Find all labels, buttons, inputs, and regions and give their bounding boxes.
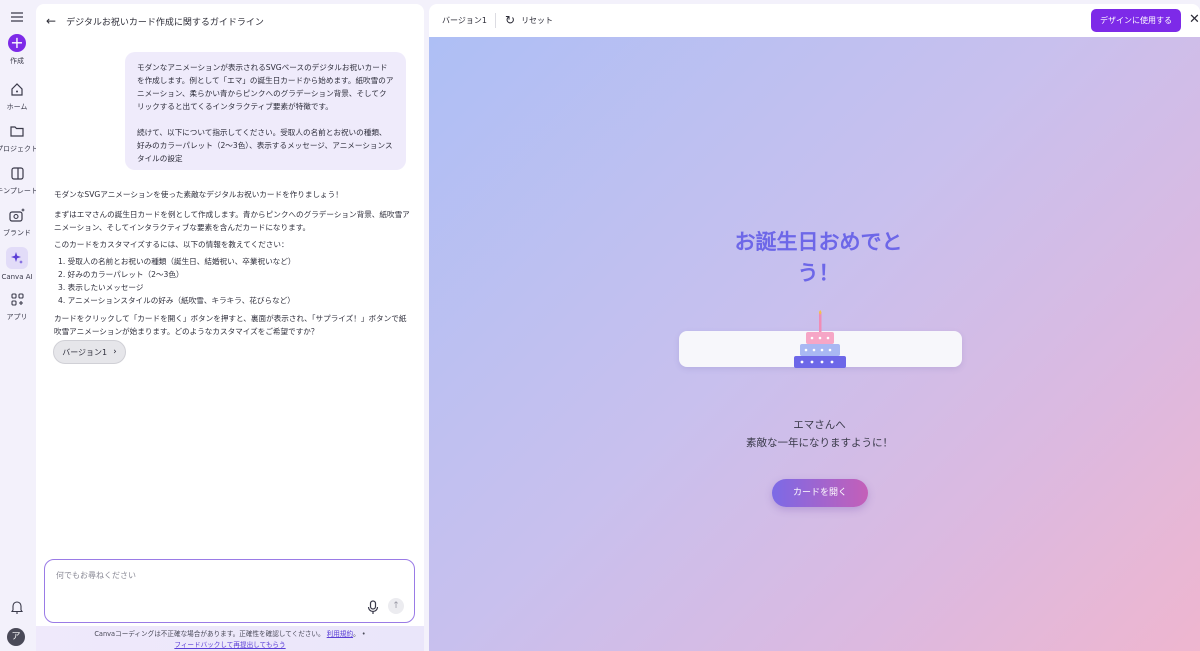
version-chip[interactable]: バージョン1 › — [53, 340, 126, 364]
divider — [495, 13, 496, 28]
rail-item-apps[interactable]: アプリ — [0, 290, 34, 322]
footer-disclaimer: Canvaコーディングは不正確な場合があります。正確性を確認してください。 — [94, 630, 325, 638]
open-card-button[interactable]: カードを開く — [772, 479, 868, 507]
rail-item-brand[interactable]: ブランド — [0, 206, 34, 238]
list-item: 3. 表示したいメッセージ — [58, 283, 144, 292]
preview-version-label[interactable]: バージョン1 — [442, 15, 487, 26]
send-button[interactable]: ↑ — [388, 598, 404, 614]
bell-icon — [8, 598, 26, 616]
rail-item-projects[interactable]: プロジェクト — [0, 122, 38, 154]
assistant-paragraph: まずはエマさんの誕生日カードを例として作成します。青からピンクへのグラデーション… — [54, 210, 410, 232]
arrow-up-icon: ↑ — [392, 601, 400, 611]
chat-panel: ← デジタルお祝いカード作成に関するガイドライン モダンなアニメーションが表示さ… — [36, 4, 424, 651]
rail-item-label: テンプレート — [0, 187, 38, 195]
preview-toolbar: バージョン1 ↻ リセット デザインに使用する ✕ — [429, 4, 1200, 37]
hamburger-icon — [8, 8, 26, 26]
use-in-design-button[interactable]: デザインに使用する — [1091, 9, 1181, 32]
assistant-intro: モダンなSVGアニメーションを使った素敵なデジタルお祝いカードを作りましょう！ — [54, 190, 343, 199]
version-chip-label: バージョン1 — [62, 347, 108, 357]
chat-input-box: ↑ — [44, 559, 415, 623]
notifications-button[interactable] — [0, 598, 34, 616]
rail-item-label: ホーム — [6, 103, 28, 111]
chat-header: ← デジタルお祝いカード作成に関するガイドライン — [46, 14, 264, 28]
chevron-right-icon: › — [113, 347, 117, 357]
rail-item-home[interactable]: ホーム — [0, 80, 34, 112]
terms-link[interactable]: 利用規約 — [327, 630, 353, 638]
rail-item-label: ブランド — [3, 229, 31, 237]
brand-icon — [8, 206, 26, 224]
reset-label: リセット — [521, 15, 554, 25]
feedback-link[interactable]: フィードバックして再提出してもらう — [174, 641, 285, 649]
rail-item-canva-ai[interactable]: Canva AI — [0, 247, 34, 281]
chat-footer: Canvaコーディングは不正確な場合があります。正確性を確認してください。 利用… — [36, 626, 424, 651]
user-message-paragraph: 続けて、以下について指示してください。受取人の名前とお祝いの種類、好みのカラーパ… — [137, 128, 393, 163]
list-item: 1. 受取人の名前とお祝いの種類（誕生日、結婚祝い、卒業祝いなど） — [58, 257, 296, 266]
card-preview: お誕生日おめでと う！ エマさんへ 素敵な一年になりますように！ カードを開く — [429, 37, 1200, 651]
chat-title: デジタルお祝いカード作成に関するガイドライン — [66, 17, 264, 28]
create-button[interactable]: + 作成 — [0, 34, 34, 66]
home-icon — [8, 80, 26, 98]
assistant-list: 1. 受取人の名前とお祝いの種類（誕生日、結婚祝い、卒業祝いなど） 2. 好みの… — [54, 255, 410, 307]
card-message: 素敵な一年になりますように！ — [746, 437, 893, 449]
rail-item-label: プロジェクト — [0, 145, 38, 153]
card-title-line: う！ — [797, 261, 840, 285]
list-item: 4. アニメーションスタイルの好み（紙吹雪、キラキラ、花びらなど） — [58, 296, 295, 305]
avatar[interactable]: ア — [7, 628, 25, 646]
refresh-icon: ↻ — [505, 13, 516, 27]
card-recipient: エマさんへ — [793, 419, 846, 431]
footer-line: Canvaコーディングは不正確な場合があります。正確性を確認してください。 利用… — [36, 629, 424, 640]
chat-input[interactable] — [56, 571, 356, 580]
footer-separator: 。 • — [353, 630, 366, 638]
cake-icon — [794, 310, 846, 368]
rail-item-templates[interactable]: テンプレート — [0, 164, 38, 196]
close-icon[interactable]: ✕ — [1189, 12, 1200, 27]
back-arrow-icon[interactable]: ← — [46, 14, 56, 28]
menu-button[interactable] — [0, 8, 34, 26]
card-title: お誕生日おめでと う！ — [711, 227, 926, 289]
user-message-paragraph: モダンなアニメーションが表示されるSVGベースのデジタルお祝いカードを作成します… — [137, 63, 394, 111]
template-icon — [8, 164, 26, 182]
assistant-paragraph: カードをクリックして「カードを開く」ボタンを押すと、裏面が表示され、「サプライズ… — [54, 314, 407, 336]
reset-button[interactable]: ↻ リセット — [505, 13, 553, 27]
plus-icon: + — [8, 34, 26, 52]
footer-line: フィードバックして再提出してもらう — [36, 640, 424, 651]
apps-icon — [8, 290, 26, 308]
left-rail: + 作成 ホーム プロジェクト テンプレート ブランド Canva AI アプリ… — [0, 0, 38, 651]
card-title-line: お誕生日おめでと — [734, 230, 903, 254]
assistant-paragraph: このカードをカスタマイズするには、以下の情報を教えてください： — [54, 240, 289, 249]
list-item: 2. 好みのカラーパレット（2〜3色） — [58, 270, 184, 279]
assistant-message: モダンなSVGアニメーションを使った素敵なデジタルお祝いカードを作りましょう！ … — [54, 188, 410, 342]
create-label: 作成 — [10, 57, 24, 65]
sparkle-icon — [6, 247, 28, 269]
rail-item-label: Canva AI — [1, 273, 33, 281]
user-message: モダンなアニメーションが表示されるSVGベースのデジタルお祝いカードを作成します… — [125, 52, 406, 170]
rail-item-label: アプリ — [6, 313, 28, 321]
microphone-icon[interactable] — [367, 600, 381, 616]
folder-icon — [8, 122, 26, 140]
